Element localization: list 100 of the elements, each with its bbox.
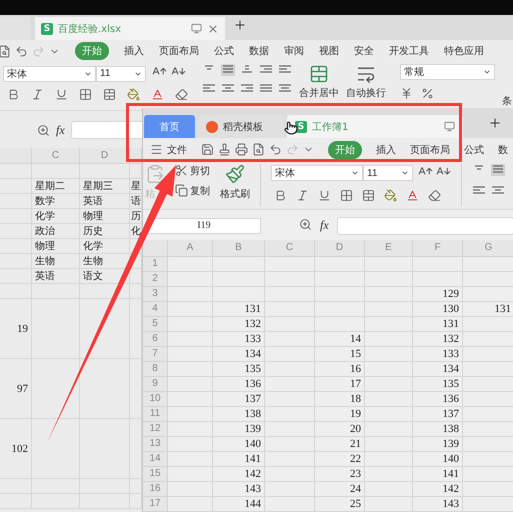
new-tab-icon[interactable] <box>233 18 247 32</box>
close-icon[interactable] <box>207 22 219 34</box>
menu-icon[interactable] <box>150 143 163 156</box>
row-header[interactable]: 11 <box>143 406 168 422</box>
menu-tab[interactable]: 公式 <box>214 44 234 58</box>
italic-icon[interactable] <box>31 88 44 101</box>
italic-icon[interactable] <box>296 188 309 202</box>
font-color-icon[interactable] <box>151 88 164 101</box>
conditional-format-button[interactable]: 条 <box>502 94 512 108</box>
percent-icon[interactable] <box>421 87 434 100</box>
menu-tab[interactable]: 审阅 <box>284 44 304 58</box>
brush-icon[interactable] <box>225 164 245 184</box>
menu-tab[interactable]: 视图 <box>319 44 339 58</box>
column-header[interactable]: D <box>315 240 365 257</box>
column-header[interactable]: C <box>32 148 80 164</box>
tab[interactable]: S 百度经验.xlsx <box>35 17 225 40</box>
name-box[interactable]: I19 <box>147 218 261 234</box>
caret-icon[interactable] <box>483 68 491 76</box>
menu-tab[interactable]: 公式 <box>464 142 484 157</box>
column-header[interactable]: B <box>213 240 265 257</box>
row-header[interactable]: 1 <box>143 256 168 272</box>
column-header[interactable]: F <box>413 240 463 257</box>
undo-icon[interactable] <box>269 143 282 156</box>
column-header[interactable]: E <box>365 240 413 257</box>
row-header[interactable]: 17 <box>143 496 168 512</box>
row-header[interactable]: 8 <box>143 362 168 377</box>
merge-center-button[interactable]: 合并居中 <box>299 86 339 100</box>
eraser-icon[interactable] <box>175 88 188 101</box>
print-preview-icon[interactable] <box>0 44 11 58</box>
menu-tab[interactable]: 开始 <box>75 42 109 60</box>
cell-style-icon[interactable] <box>103 88 116 101</box>
font-size-select[interactable]: 11 <box>363 165 413 182</box>
zoom-icon[interactable] <box>299 218 312 232</box>
print-preview-icon[interactable] <box>252 143 265 156</box>
row-header[interactable]: 6 <box>143 332 168 347</box>
menu-tab[interactable]: 数 <box>498 142 508 157</box>
row-header[interactable]: 9 <box>143 376 168 392</box>
row-header[interactable]: 14 <box>143 452 168 467</box>
print-icon[interactable] <box>235 143 248 156</box>
column-header[interactable]: C <box>265 240 315 257</box>
font-size-select[interactable]: 11 <box>96 66 146 82</box>
tab[interactable]: S 工作簿1 <box>287 115 463 138</box>
borders-icon[interactable] <box>340 188 353 202</box>
underline-icon[interactable] <box>55 88 68 101</box>
menu-tab[interactable]: 特色应用 <box>444 44 484 58</box>
menu-tab[interactable]: 开发工具 <box>389 44 429 58</box>
undo-icon[interactable] <box>15 44 28 58</box>
cut-icon[interactable] <box>175 164 188 178</box>
row-header[interactable]: 13 <box>143 436 168 452</box>
menu-tab[interactable]: 插入 <box>376 142 396 157</box>
row-header[interactable]: 3 <box>143 286 168 302</box>
borders-icon[interactable] <box>79 88 92 101</box>
align-middle-icon[interactable] <box>221 64 235 76</box>
formula-input[interactable] <box>336 216 513 235</box>
menu-tab[interactable]: 开始 <box>328 140 362 159</box>
tab[interactable]: 首页 <box>144 115 195 138</box>
menu-tab[interactable]: 页面布局 <box>410 142 450 157</box>
cell-style-icon[interactable] <box>362 188 375 202</box>
row-header[interactable]: 4 <box>143 302 168 317</box>
copy-button[interactable]: 复制 <box>190 184 210 198</box>
column-header[interactable]: A <box>168 240 213 257</box>
cut-button[interactable]: 剪切 <box>190 164 210 178</box>
format-painter-button[interactable]: 格式刷 <box>220 186 250 201</box>
row-header[interactable]: 16 <box>143 482 168 497</box>
font-select[interactable]: 宋体 <box>271 165 363 182</box>
row-header[interactable]: 7 <box>143 346 168 362</box>
row-header[interactable]: 10 <box>143 392 168 407</box>
paste-icon[interactable] <box>145 164 165 184</box>
file-menu[interactable]: 文件 <box>167 142 187 157</box>
eraser-icon[interactable] <box>428 188 441 202</box>
font-color-icon[interactable] <box>406 188 419 202</box>
tab[interactable]: 稻壳模板 <box>198 115 284 138</box>
fill-color-icon[interactable] <box>384 188 397 202</box>
monitor-icon[interactable] <box>444 121 455 132</box>
format-icon[interactable] <box>218 143 231 156</box>
new-tab-icon[interactable] <box>488 116 502 130</box>
menu-tab[interactable]: 页面布局 <box>159 44 199 58</box>
row-header[interactable]: 2 <box>143 272 168 287</box>
wrap-text-button[interactable]: 自动换行 <box>346 86 386 100</box>
currency-icon[interactable] <box>400 87 413 100</box>
copy-icon[interactable] <box>175 184 188 198</box>
align-middle-icon[interactable] <box>491 164 505 176</box>
save-icon[interactable] <box>201 143 214 156</box>
row-header[interactable]: 5 <box>143 316 168 332</box>
merge-cells-icon[interactable] <box>309 64 329 84</box>
menu-tab[interactable]: 数据 <box>249 44 269 58</box>
zoom-icon[interactable] <box>37 124 50 136</box>
function-label[interactable]: fx <box>320 218 329 234</box>
menu-tab[interactable]: 插入 <box>124 44 144 58</box>
monitor-icon[interactable] <box>191 23 202 34</box>
menu-tab[interactable]: 安全 <box>354 44 374 58</box>
font-select[interactable]: 宋体 <box>3 66 96 82</box>
fill-color-icon[interactable] <box>127 88 140 101</box>
bold-icon[interactable] <box>7 88 20 101</box>
function-label[interactable]: fx <box>56 122 65 138</box>
column-header[interactable]: G <box>463 240 513 257</box>
underline-icon[interactable] <box>318 188 331 202</box>
column-header[interactable]: D <box>80 148 130 164</box>
number-format-select[interactable]: 常规 <box>400 64 495 80</box>
row-header[interactable]: 15 <box>143 466 168 482</box>
